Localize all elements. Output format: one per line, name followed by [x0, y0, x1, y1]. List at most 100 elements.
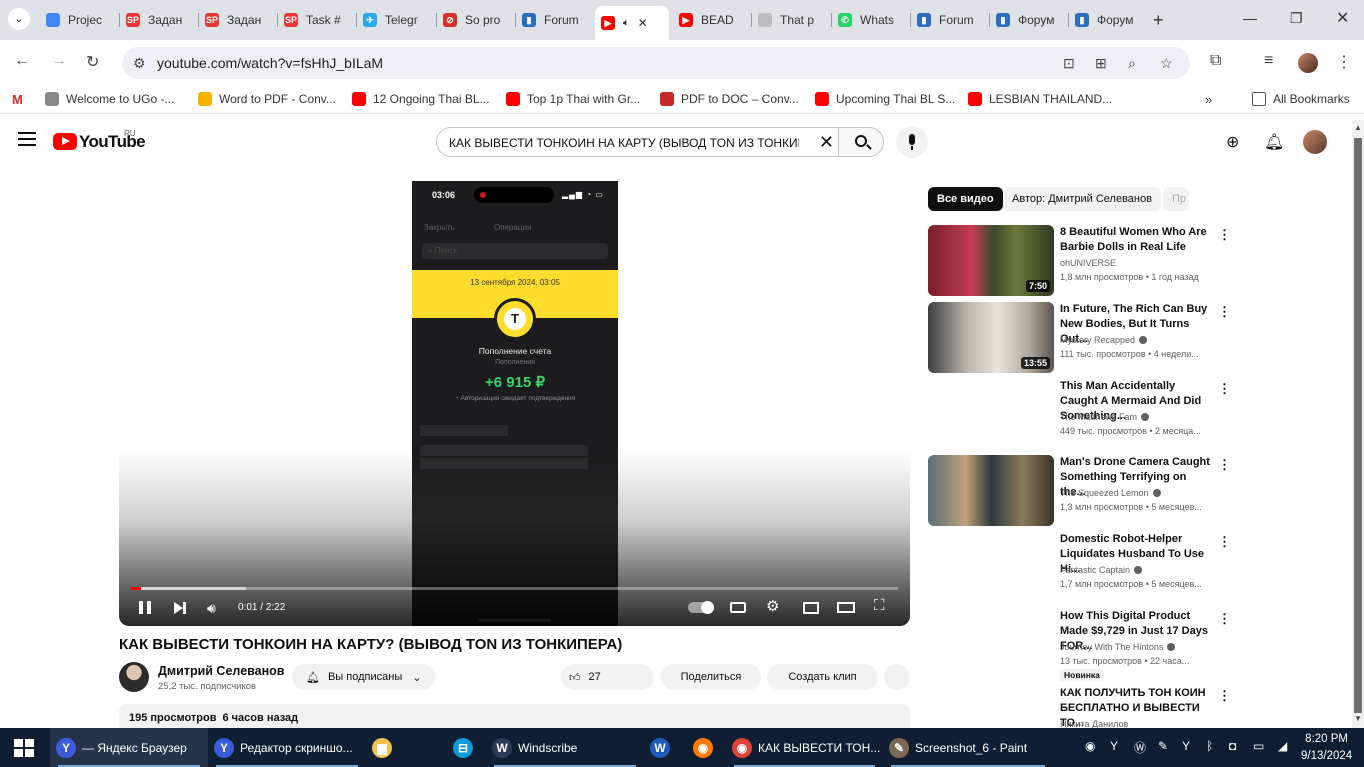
bookmark-star-icon[interactable]: ☆	[1160, 55, 1173, 72]
bookmark-item[interactable]: Top 1p Thai with Gr...	[506, 92, 640, 106]
close-tab-icon[interactable]: ✕	[638, 16, 648, 30]
theater-mode-icon[interactable]	[837, 602, 855, 613]
filter-chip[interactable]: Все видео	[928, 187, 1003, 211]
channel-name[interactable]: Дмитрий Селеванов	[158, 664, 284, 678]
bookmark-item[interactable]: 12 Ongoing Thai BL...	[352, 92, 490, 106]
browser-tab[interactable]: ▮ Форум	[990, 6, 1066, 34]
more-bookmarks-icon[interactable]: »	[1205, 92, 1212, 107]
more-options-icon[interactable]: ⋮	[1218, 227, 1231, 243]
all-bookmarks-button[interactable]: All Bookmarks	[1252, 92, 1350, 106]
video-thumbnail[interactable]: 13:55	[928, 302, 1054, 373]
extensions-icon[interactable]: ⧉	[1210, 52, 1221, 70]
more-options-icon[interactable]: ⋮	[1218, 457, 1231, 473]
miniplayer-icon[interactable]	[803, 602, 819, 614]
browser-tab[interactable]: ▮ Форум	[1069, 6, 1145, 34]
taskbar-app[interactable]: W	[644, 728, 684, 767]
yandex-tray-icon[interactable]: Y	[1110, 739, 1118, 753]
browser-tab[interactable]: ✈ Telegr	[357, 6, 433, 34]
volume-icon[interactable]: 🔊︎	[207, 600, 216, 617]
tab-search-button[interactable]: ⌄	[8, 8, 30, 30]
subtitles-icon[interactable]	[730, 602, 746, 613]
more-actions-button[interactable]	[884, 664, 910, 690]
restore-icon[interactable]: ❐	[1290, 10, 1303, 27]
bookmark-item[interactable]: Upcoming Thai BL S...	[815, 92, 955, 106]
webcam-icon[interactable]: ◘	[1229, 739, 1236, 753]
bookmark-item[interactable]: Welcome to UGo -...	[45, 92, 174, 106]
taskbar-app[interactable]: Y Редактор скриншо...	[208, 728, 366, 767]
system-clock[interactable]: 8:20 PM 9/13/2024	[1301, 731, 1352, 765]
create-video-icon[interactable]: ⊕	[1226, 132, 1239, 152]
more-options-icon[interactable]: ⋮	[1218, 688, 1231, 704]
site-info-icon[interactable]: ⚙	[133, 55, 146, 72]
like-button[interactable]: 👍︎ 27	[561, 664, 654, 690]
recommended-video[interactable]: 7:50 8 Beautiful Women Who Are Barbie Dol…	[928, 225, 1231, 297]
search-input[interactable]: КАК ВЫВЕСТИ ТОНКОИН НА КАРТУ (ВЫВОД TON …	[436, 127, 839, 157]
browser-tab[interactable]: SP Задан	[120, 6, 196, 34]
zoom-icon[interactable]: ⌕	[1128, 55, 1136, 72]
wifi-icon[interactable]: ◢	[1278, 739, 1287, 753]
scroll-down-icon[interactable]: ▼	[1354, 714, 1362, 723]
bookmark-item[interactable]: Word to PDF - Conv...	[198, 92, 336, 106]
more-options-icon[interactable]: ⋮	[1218, 534, 1231, 550]
headset-tray-icon[interactable]: Ⓦ	[1134, 739, 1146, 756]
recommended-video[interactable]: Man's Drone Camera Caught Something Terr…	[928, 455, 1231, 527]
taskbar-app[interactable]: ▆	[366, 728, 404, 767]
battery-icon[interactable]: ▭	[1253, 739, 1264, 753]
more-options-icon[interactable]: ⋮	[1218, 304, 1231, 320]
video-thumbnail[interactable]: 7:50	[928, 225, 1054, 296]
recommended-video[interactable]: Domestic Robot-Helper Liquidates Husband…	[928, 532, 1231, 604]
back-icon[interactable]: ←	[14, 52, 30, 70]
voice-search-icon[interactable]	[896, 126, 928, 158]
subscribed-button[interactable]: 🔔︎ Вы подписаны ⌄	[292, 664, 436, 690]
description-box[interactable]: 195 просмотров 6 часов назад	[119, 704, 910, 728]
channel-name-link[interactable]: Fantastic Captain	[1060, 565, 1143, 575]
gmail-bookmark[interactable]: M	[12, 92, 23, 107]
address-bar[interactable]: ⚙ youtube.com/watch?v=fsHhJ_bILaM ⊡ ⊞ ⌕ …	[122, 47, 1190, 79]
taskbar-app[interactable]: ✎ Screenshot_6 - Paint	[883, 728, 1053, 767]
recommended-video[interactable]: This Man Accidentally Caught A Mermaid A…	[928, 379, 1231, 451]
account-avatar[interactable]	[1303, 130, 1327, 154]
recommended-video[interactable]: How This Digital Product Made $9,729 in …	[928, 609, 1231, 681]
browser-tab[interactable]: SP Задан	[199, 6, 275, 34]
youtube-logo-icon[interactable]	[53, 133, 77, 150]
clear-search-icon[interactable]: ✕	[819, 132, 834, 152]
search-button[interactable]	[838, 127, 884, 157]
taskbar-app[interactable]: ⊟	[447, 728, 485, 767]
filter-chip[interactable]: Автор: Дмитрий Селеванов	[1003, 187, 1161, 211]
filter-chip[interactable]: Пр	[1163, 187, 1189, 211]
new-tab-button[interactable]: +	[1153, 10, 1164, 31]
bookmark-item[interactable]: PDF to DOC – Conv...	[660, 92, 799, 106]
pause-button[interactable]	[139, 601, 151, 614]
reload-icon[interactable]: ↻	[86, 52, 99, 72]
browser-tab[interactable]: Projec	[40, 6, 116, 34]
browser-tab[interactable]: ▮ Forum	[516, 6, 592, 34]
windows-start-icon[interactable]	[14, 739, 34, 757]
profile-avatar[interactable]	[1298, 53, 1318, 73]
video-player[interactable]: 03:06 ▂▄▆ ◔ ▭ Закрыть Операции ⌕ Поиск 1…	[119, 181, 910, 626]
channel-name-link[interactable]: The Matthews Fam	[1060, 412, 1150, 422]
bluetooth-icon[interactable]: ᛒ	[1206, 739, 1213, 753]
install-app-icon[interactable]: ⊡	[1063, 55, 1075, 72]
taskbar-app[interactable]: ◉ КАК ВЫВЕСТИ ТОН...	[726, 728, 883, 767]
browser-tab[interactable]: ▶ BEAD	[673, 6, 749, 34]
scrollbar-thumb[interactable]	[1354, 138, 1362, 713]
more-options-icon[interactable]: ⋮	[1218, 611, 1231, 627]
browser-menu-icon[interactable]: ⋮	[1336, 52, 1352, 72]
fullscreen-icon[interactable]: ⛶	[874, 597, 885, 614]
taskbar-app[interactable]: Y — Яндекс Браузер	[50, 728, 208, 767]
media-control-icon[interactable]: ≡	[1264, 52, 1273, 70]
next-video-button[interactable]	[174, 602, 186, 614]
share-button[interactable]: Поделиться	[661, 664, 761, 690]
channel-name-link[interactable]: The Squeezed Lemon	[1060, 488, 1161, 498]
browser-tab[interactable]: ▶ 🔈︎ ✕	[595, 6, 669, 40]
browser-tab[interactable]: ▮ Forum	[911, 6, 987, 34]
autoplay-toggle[interactable]	[688, 601, 714, 614]
create-clip-button[interactable]: Создать клип	[767, 664, 878, 690]
minimize-icon[interactable]: —	[1243, 10, 1257, 26]
settings-gear-icon[interactable]: ⚙	[766, 597, 779, 615]
tab-audio-icon[interactable]: 🔈︎	[623, 17, 630, 30]
more-options-icon[interactable]: ⋮	[1218, 381, 1231, 397]
guide-menu-icon[interactable]	[18, 132, 36, 146]
taskbar-app[interactable]: W Windscribe	[486, 728, 644, 767]
scroll-up-icon[interactable]: ▲	[1354, 123, 1362, 132]
